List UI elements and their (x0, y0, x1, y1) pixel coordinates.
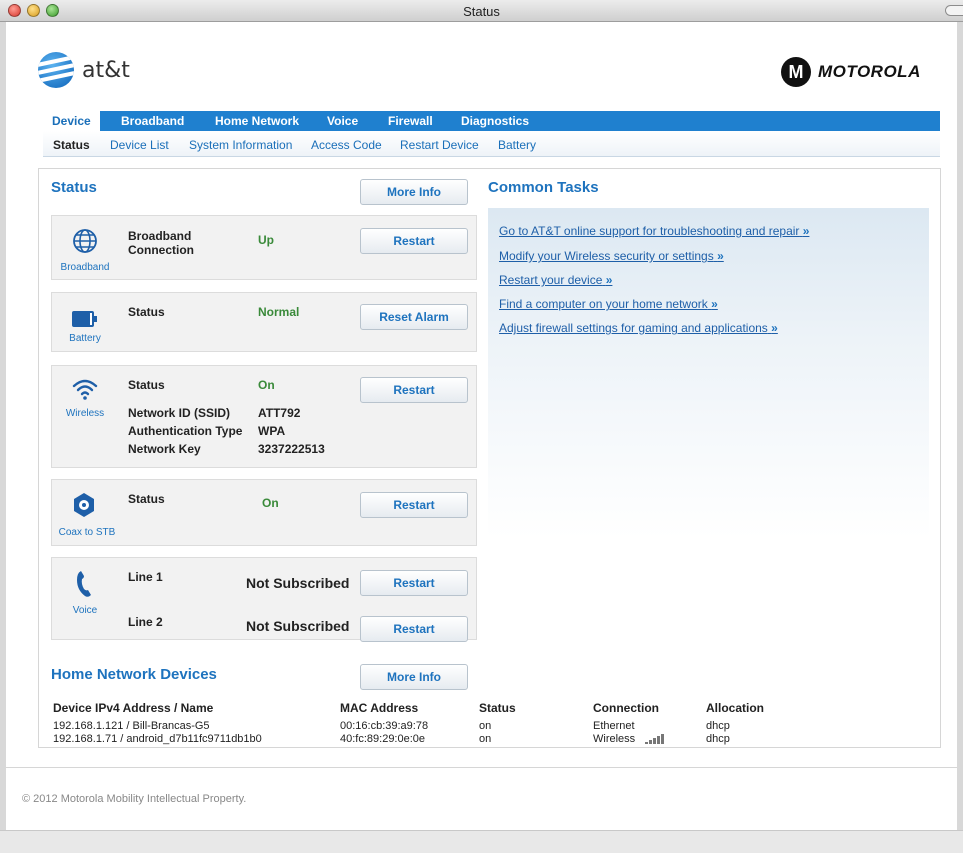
voice-caption: Voice (72, 605, 98, 616)
battery-status-value: Normal (258, 305, 300, 319)
home-network-devices-heading: Home Network Devices (51, 666, 217, 683)
column-header-mac: MAC Address (340, 701, 419, 715)
task-link-firewall[interactable]: Adjust firewall settings for gaming and … (499, 321, 778, 335)
column-header-status: Status (479, 701, 516, 715)
wireless-restart-button[interactable]: Restart (360, 377, 468, 403)
line2-label: Line 2 (128, 615, 163, 629)
wireless-status-value: On (258, 378, 275, 392)
copyright-footer: © 2012 Motorola Mobility Intellectual Pr… (22, 793, 247, 805)
network-key-value: 3237222513 (258, 442, 325, 456)
device-status: on (479, 720, 492, 732)
line1-restart-button[interactable]: Restart (360, 570, 468, 596)
wireless-caption: Wireless (65, 408, 105, 419)
column-header-address: Device IPv4 Address / Name (53, 701, 214, 715)
footer-divider (6, 767, 957, 768)
globe-icon (73, 229, 97, 253)
device-mac: 40:fc:89:29:0e:0e (340, 733, 426, 745)
common-tasks-panel: Go to AT&T online support for troublesho… (488, 208, 929, 538)
coax-status-label: Status (128, 492, 165, 506)
status-more-info-button[interactable]: More Info (360, 179, 468, 205)
column-header-connection: Connection (593, 701, 659, 715)
battery-icon (72, 311, 97, 327)
broadband-restart-button[interactable]: Restart (360, 228, 468, 254)
signal-strength-icon (645, 734, 664, 744)
header: at&t M MOTOROLA (38, 52, 943, 102)
coax-caption: Coax to STB (58, 527, 116, 538)
tab-device[interactable]: Device (43, 111, 100, 131)
subtab-battery[interactable]: Battery (498, 138, 536, 152)
broadband-connection-value: Up (258, 233, 274, 247)
wifi-icon (72, 379, 98, 400)
line2-restart-button[interactable]: Restart (360, 616, 468, 642)
tab-diagnostics[interactable]: Diagnostics (461, 114, 529, 128)
column-header-allocation: Allocation (706, 701, 765, 715)
coax-connector-icon (74, 493, 94, 517)
tab-firewall[interactable]: Firewall (388, 114, 433, 128)
battery-status-label: Status (128, 305, 165, 319)
task-link-restart[interactable]: Restart your device » (499, 273, 612, 287)
device-address: 192.168.1.71 / android_d7b11fc9711db1b0 (53, 733, 262, 745)
subtab-access-code[interactable]: Access Code (311, 138, 382, 152)
device-connection: Wireless (593, 733, 636, 745)
tab-home-network[interactable]: Home Network (215, 114, 299, 128)
auth-type-value: WPA (258, 424, 286, 438)
tab-voice[interactable]: Voice (327, 114, 358, 128)
device-allocation: dhcp (706, 733, 730, 745)
subtab-restart-device[interactable]: Restart Device (400, 138, 479, 152)
tab-broadband[interactable]: Broadband (121, 114, 184, 128)
device-mac: 00:16:cb:39:a9:78 (340, 720, 429, 732)
subtab-system-information[interactable]: System Information (189, 138, 292, 152)
window-titlebar: Status (0, 0, 963, 22)
coax-status-value: On (262, 496, 279, 510)
line1-label: Line 1 (128, 570, 163, 584)
device-allocation: dhcp (706, 720, 730, 732)
task-link-wireless[interactable]: Modify your Wireless security or setting… (499, 249, 724, 263)
reset-alarm-button[interactable]: Reset Alarm (360, 304, 468, 330)
auth-type-label: Authentication Type (128, 424, 243, 438)
subtab-device-list[interactable]: Device List (110, 138, 169, 152)
line1-value: Not Subscribed (246, 575, 350, 591)
wireless-status-label: Status (128, 378, 165, 392)
window-bottom-bar (0, 830, 963, 853)
main-nav: Device Broadband Home Network Voice Fire… (43, 111, 940, 131)
broadband-connection-label: Broadband Connection (128, 229, 194, 257)
task-link-support[interactable]: Go to AT&T online support for troublesho… (499, 224, 809, 238)
toolbar-toggle-button[interactable] (945, 5, 963, 16)
ssid-label: Network ID (SSID) (128, 406, 231, 420)
battery-caption: Battery (69, 333, 101, 344)
att-logo-text: at&t (82, 58, 130, 83)
status-heading: Status (51, 179, 97, 196)
sub-nav: Status Device List System Information Ac… (43, 131, 940, 157)
window-title: Status (463, 4, 500, 19)
broadband-caption: Broadband (60, 262, 110, 273)
ssid-value: ATT792 (258, 406, 301, 420)
phone-icon (77, 571, 91, 597)
line2-value: Not Subscribed (246, 618, 350, 634)
device-connection: Ethernet (593, 720, 635, 732)
device-address: 192.168.1.121 / Bill-Brancas-G5 (53, 720, 210, 732)
subtab-status[interactable]: Status (53, 138, 90, 152)
att-globe-icon (38, 52, 74, 88)
motorola-logo-icon: M (781, 57, 811, 87)
motorola-logo-text: MOTOROLA (818, 62, 921, 81)
devices-more-info-button[interactable]: More Info (360, 664, 468, 690)
network-key-label: Network Key (128, 442, 201, 456)
coax-restart-button[interactable]: Restart (360, 492, 468, 518)
common-tasks-heading: Common Tasks (488, 179, 599, 196)
device-status: on (479, 733, 492, 745)
task-link-find-computer[interactable]: Find a computer on your home network » (499, 297, 718, 311)
